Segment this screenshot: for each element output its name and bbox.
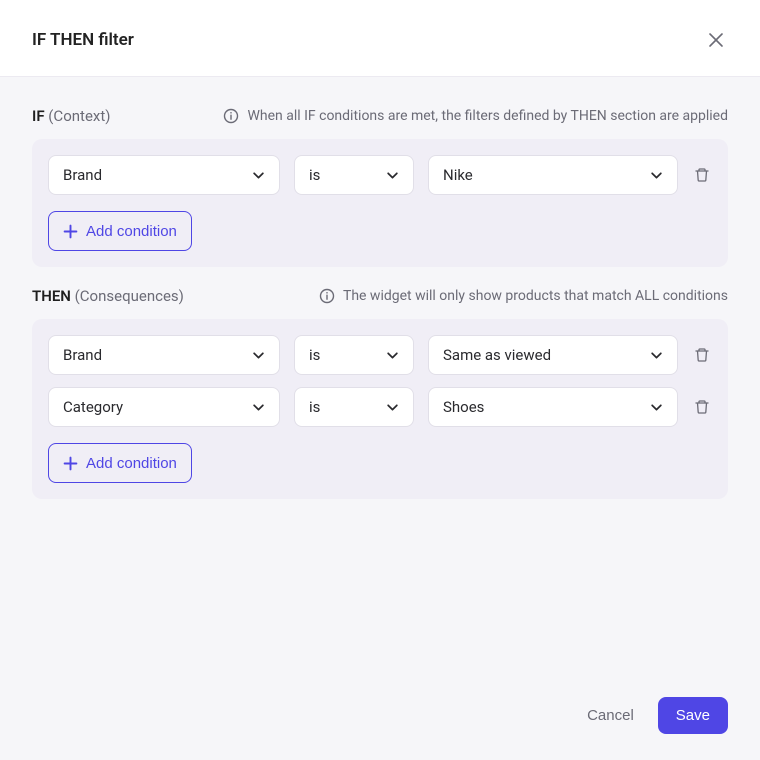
- then-operator-value: is: [309, 398, 320, 416]
- if-attribute-select[interactable]: Brand: [48, 155, 280, 195]
- then-operator-value: is: [309, 346, 320, 364]
- chevron-down-icon: [650, 169, 663, 182]
- if-hint: When all IF conditions are met, the filt…: [223, 108, 728, 124]
- then-hint: The widget will only show products that …: [319, 288, 728, 304]
- then-attribute-select[interactable]: Brand: [48, 335, 280, 375]
- trash-icon: [694, 347, 710, 363]
- then-section-title: THEN (Consequences): [32, 287, 184, 305]
- then-value-select[interactable]: Same as viewed: [428, 335, 678, 375]
- then-delete-condition-button[interactable]: [692, 345, 712, 365]
- close-button[interactable]: [704, 28, 728, 52]
- chevron-down-icon: [650, 349, 663, 362]
- then-operator-select[interactable]: is: [294, 387, 414, 427]
- if-section-title: IF (Context): [32, 107, 110, 125]
- if-value-value: Nike: [443, 166, 473, 184]
- close-icon: [708, 32, 724, 48]
- then-condition-row: Category is Shoes: [48, 387, 712, 427]
- plus-icon: [63, 456, 78, 471]
- chevron-down-icon: [252, 401, 265, 414]
- info-icon: [319, 288, 335, 304]
- if-delete-condition-button[interactable]: [692, 165, 712, 185]
- if-add-condition-button[interactable]: Add condition: [48, 211, 192, 251]
- if-condition-row: Brand is Nike: [48, 155, 712, 195]
- if-label: IF: [32, 107, 45, 125]
- then-section-head: THEN (Consequences) The widget will only…: [32, 287, 728, 305]
- then-condition-row: Brand is Same as viewed: [48, 335, 712, 375]
- chevron-down-icon: [650, 401, 663, 414]
- chevron-down-icon: [252, 349, 265, 362]
- then-attribute-select[interactable]: Category: [48, 387, 280, 427]
- if-operator-value: is: [309, 166, 320, 184]
- modal-title: IF THEN filter: [32, 30, 134, 50]
- chevron-down-icon: [386, 401, 399, 414]
- if-sublabel: (Context): [48, 107, 110, 125]
- then-value-select[interactable]: Shoes: [428, 387, 678, 427]
- then-card: Brand is Same as viewed Category: [32, 319, 728, 499]
- modal-footer: Cancel Save: [0, 681, 760, 760]
- then-hint-text: The widget will only show products that …: [343, 288, 728, 304]
- then-attribute-value: Brand: [63, 346, 102, 364]
- if-hint-text: When all IF conditions are met, the filt…: [247, 108, 728, 124]
- then-value-value: Same as viewed: [443, 346, 551, 364]
- if-section-head: IF (Context) When all IF conditions are …: [32, 107, 728, 125]
- info-icon: [223, 108, 239, 124]
- chevron-down-icon: [252, 169, 265, 182]
- trash-icon: [694, 399, 710, 415]
- if-attribute-value: Brand: [63, 166, 102, 184]
- then-add-condition-label: Add condition: [86, 455, 177, 472]
- if-then-filter-modal: IF THEN filter IF (Context) When all IF …: [0, 0, 760, 760]
- modal-body: IF (Context) When all IF conditions are …: [0, 77, 760, 681]
- if-add-condition-label: Add condition: [86, 223, 177, 240]
- then-delete-condition-button[interactable]: [692, 397, 712, 417]
- then-operator-select[interactable]: is: [294, 335, 414, 375]
- if-operator-select[interactable]: is: [294, 155, 414, 195]
- cancel-button[interactable]: Cancel: [579, 697, 642, 734]
- modal-header: IF THEN filter: [0, 0, 760, 77]
- then-attribute-value: Category: [63, 398, 123, 416]
- chevron-down-icon: [386, 169, 399, 182]
- save-button[interactable]: Save: [658, 697, 728, 734]
- if-value-select[interactable]: Nike: [428, 155, 678, 195]
- plus-icon: [63, 224, 78, 239]
- then-value-value: Shoes: [443, 398, 484, 416]
- if-card: Brand is Nike Add condition: [32, 139, 728, 267]
- trash-icon: [694, 167, 710, 183]
- then-sublabel: (Consequences): [75, 287, 184, 305]
- then-label: THEN: [32, 287, 71, 305]
- then-add-condition-button[interactable]: Add condition: [48, 443, 192, 483]
- chevron-down-icon: [386, 349, 399, 362]
